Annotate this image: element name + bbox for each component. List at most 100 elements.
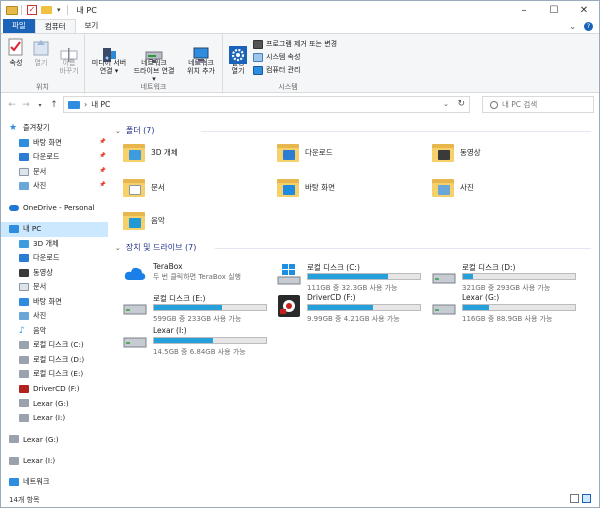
sidebar-item[interactable]: ♪ 음악 (1, 324, 108, 339)
section-header-folders[interactable]: ⌄ 폴더 (7) (115, 125, 591, 136)
sidebar-item[interactable]: 내 PC (1, 222, 108, 237)
tab-computer[interactable]: 컴퓨터 (34, 19, 76, 34)
details-view-icon[interactable] (570, 494, 579, 503)
sidebar-item[interactable]: Lexar (I:) (1, 454, 108, 469)
quick-access-dropdown-icon[interactable]: ▾ (57, 6, 61, 14)
folder-item[interactable]: 사진 (432, 176, 474, 198)
sidebar-item[interactable]: 다운로드 (1, 251, 108, 266)
open-button[interactable]: 열기 (30, 37, 52, 67)
open-settings-button[interactable]: 설정 열기 (226, 37, 250, 75)
tab-view[interactable]: 보기 (76, 19, 108, 34)
add-network-location-button[interactable]: 네트워크 위치 추가 (181, 37, 221, 75)
folder-label: 바탕 화면 (305, 182, 335, 192)
tiles-view-icon[interactable] (582, 494, 591, 503)
sidebar-item[interactable]: 동영상 (1, 266, 108, 281)
folder-item[interactable]: 동영상 (432, 141, 481, 163)
sidebar-item[interactable]: 로컬 디스크 (D:) (1, 353, 108, 368)
capacity-bar (307, 273, 421, 280)
minimize-icon[interactable]: – (509, 1, 539, 19)
desktop-icon (19, 138, 29, 147)
sidebar-item[interactable]: DriverCD (F:) (1, 382, 108, 397)
sidebar-item[interactable]: 로컬 디스크 (C:) (1, 338, 108, 353)
drive-item[interactable]: 로컬 디스크 (D:) 321GB 중 293GB 사용 가능 (432, 262, 582, 292)
properties-quick-icon[interactable]: ✓ (27, 5, 37, 15)
capacity-bar-fill (463, 305, 489, 310)
media-server-button[interactable]: 미디어 서버 연결 ▾ (89, 37, 129, 75)
recent-locations-icon[interactable]: ▾ (33, 102, 47, 109)
computer-management-button[interactable]: 컴퓨터 관리 (253, 65, 300, 75)
drive-item[interactable]: Lexar (I:) 14.5GB 중 6.84GB 사용 가능 (123, 326, 273, 356)
sidebar-item[interactable]: 문서 📌 (1, 165, 108, 180)
tab-file[interactable]: 파일 (3, 19, 35, 34)
collapse-chevron-icon[interactable]: ⌄ (115, 244, 121, 252)
sidebar-item-label: 즐겨찾기 (23, 123, 50, 133)
ribbon-group-location: 속성 열기 이름 바꾸기 위치 (1, 34, 85, 94)
address-bar[interactable]: › 내 PC ⌄ ↻ (63, 96, 470, 113)
drive-item[interactable]: TeraBox 두 번 클릭하면 TeraBox 실행 (123, 262, 273, 292)
folder-item[interactable]: 바탕 화면 (277, 176, 335, 198)
sidebar-item[interactable]: 다운로드 📌 (1, 150, 108, 165)
sidebar-item[interactable]: 문서 (1, 280, 108, 295)
sidebar-item[interactable]: Lexar (G:) (1, 396, 108, 411)
music-icon: ♪ (19, 325, 25, 336)
sidebar-item[interactable]: 로컬 디스크 (E:) (1, 367, 108, 382)
uninstall-program-button[interactable]: 프로그램 제거 또는 변경 (253, 39, 337, 49)
section-header-drives[interactable]: ⌄ 장치 및 드라이브 (7) (115, 242, 591, 253)
up-arrow-icon[interactable]: ↑ (47, 100, 61, 110)
maximize-icon[interactable]: ☐ (539, 1, 569, 19)
drive-item[interactable]: DriverCD (F:) 9.99GB 중 4.21GB 사용 가능 (277, 293, 427, 323)
ribbon-tabs: 파일 컴퓨터 보기 ⌄ ? (1, 19, 599, 34)
capacity-bar (307, 304, 421, 311)
download-icon (19, 153, 29, 162)
collapse-chevron-icon[interactable]: ⌄ (115, 127, 121, 135)
drive-item[interactable]: Lexar (G:) 116GB 중 88.9GB 사용 가능 (432, 293, 582, 323)
sidebar-item-label: 동영상 (33, 267, 53, 277)
sidebar-item-label: DriverCD (F:) (33, 384, 80, 394)
refresh-icon[interactable]: ↻ (457, 99, 465, 109)
sidebar-item[interactable]: 바탕 화면 (1, 295, 108, 310)
sidebar-item-label: 바탕 화면 (33, 296, 62, 306)
new-folder-quick-icon[interactable] (41, 6, 52, 14)
drive-item[interactable]: 로컬 디스크 (C:) 111GB 중 32.3GB 사용 가능 (277, 262, 427, 292)
folder-item[interactable]: 음악 (123, 209, 165, 231)
sidebar-item[interactable]: Lexar (G:) (1, 432, 108, 447)
collapse-ribbon-icon[interactable]: ⌄ (569, 22, 576, 31)
pictures-icon (19, 182, 29, 191)
sidebar-item[interactable]: Lexar (I:) (1, 411, 108, 426)
breadcrumb-current[interactable]: 내 PC (91, 99, 110, 110)
drive-item[interactable]: 로컬 디스크 (E:) 599GB 중 233GB 사용 가능 (123, 293, 273, 323)
sidebar-item-label: OneDrive - Personal (23, 203, 95, 213)
forward-arrow-icon[interactable]: → (19, 100, 33, 110)
sidebar-item[interactable]: 네트워크 (1, 475, 108, 490)
help-icon[interactable]: ? (584, 22, 593, 31)
sidebar-item[interactable]: 바탕 화면 📌 (1, 136, 108, 151)
system-properties-button[interactable]: 시스템 속성 (253, 52, 300, 62)
search-input[interactable]: 내 PC 검색 (482, 96, 594, 113)
address-dropdown-icon[interactable]: ⌄ (443, 100, 449, 108)
sidebar-item[interactable]: ★ 즐겨찾기 (1, 121, 108, 136)
folder-item[interactable]: 다운로드 (277, 141, 333, 163)
sidebar-item-label: 음악 (33, 325, 47, 335)
map-network-drive-button[interactable]: 네트워크 드라이브 연결 ▾ (131, 37, 177, 83)
drive-icon (432, 301, 456, 315)
folder-item[interactable]: 3D 개체 (123, 141, 178, 163)
folder-label: 3D 개체 (151, 147, 178, 157)
drive-free-space: 14.5GB 중 6.84GB 사용 가능 (153, 348, 246, 356)
sidebar-item[interactable]: 사진 (1, 309, 108, 324)
drive-name: TeraBox (153, 262, 183, 271)
rename-button[interactable]: 이름 바꾸기 (55, 37, 83, 75)
sidebar-item[interactable]: 3D 개체 (1, 237, 108, 252)
sidebar-item-label: Lexar (G:) (33, 398, 69, 408)
sidebar-item[interactable]: 사진 📌 (1, 179, 108, 194)
folder-item[interactable]: 문서 (123, 176, 165, 198)
properties-button[interactable]: 속성 (5, 37, 27, 67)
close-icon[interactable]: ✕ (569, 1, 599, 19)
back-arrow-icon[interactable]: ← (5, 100, 19, 110)
sidebar-item[interactable]: OneDrive - Personal (1, 201, 108, 216)
properties-icon (6, 37, 26, 57)
capacity-bar (462, 273, 576, 280)
breadcrumb-separator-icon[interactable]: › (84, 100, 87, 109)
pictures-icon (19, 312, 29, 321)
